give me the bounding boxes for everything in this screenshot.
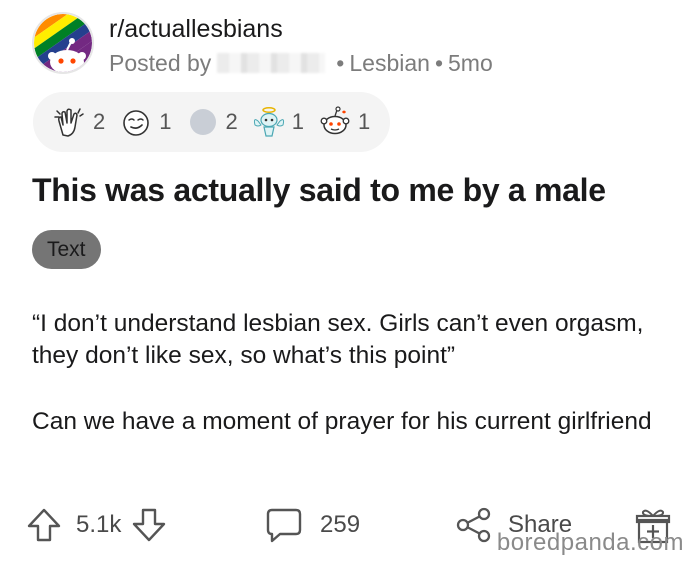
smirk-face-icon — [123, 110, 150, 136]
vote-score: 5.1k — [76, 511, 122, 538]
post-meta: Posted by • Lesbian • 5mo — [109, 49, 493, 77]
award-item[interactable]: 1 — [252, 105, 304, 139]
subreddit-avatar[interactable] — [32, 12, 94, 74]
upvote-button[interactable] — [26, 506, 62, 544]
separator-dot: • — [434, 50, 443, 76]
downvote-arrow-icon — [133, 508, 166, 542]
award-count: 1 — [358, 109, 371, 134]
comment-count: 259 — [320, 511, 361, 538]
awards-bar[interactable]: 2 1 2 1 1 — [33, 92, 391, 152]
redacted-username[interactable] — [217, 53, 326, 73]
silver-award-icon — [189, 109, 216, 135]
post-body-paragraph: Can we have a moment of prayer for his c… — [32, 408, 652, 435]
upvote-arrow-icon — [27, 508, 61, 542]
posted-by-label: Posted by — [109, 50, 212, 76]
rainbow-snoo-icon — [34, 14, 92, 72]
angel-snoo-icon — [253, 107, 284, 137]
award-item[interactable]: 1 — [119, 105, 172, 139]
award-count: 1 — [291, 109, 304, 134]
post-header: r/actuallesbians Posted by • Lesbian • 5… — [32, 12, 493, 80]
vote-group: 5.1k — [26, 506, 167, 544]
post-body-paragraph: “I don’t understand lesbian sex. Girls c… — [32, 310, 644, 369]
comments-button[interactable]: 259 — [264, 506, 360, 544]
share-icon — [456, 507, 491, 543]
award-count: 1 — [159, 109, 172, 134]
wholesome-snoo-icon — [320, 106, 350, 135]
user-flair: Lesbian — [349, 50, 430, 76]
post-age: 5mo — [448, 50, 493, 76]
watermark: boredpanda.com — [496, 529, 684, 556]
award-count: 2 — [225, 109, 238, 134]
post-title[interactable]: This was actually said to me by a male — [32, 172, 606, 209]
award-item[interactable]: 1 — [318, 105, 370, 139]
award-count: 2 — [93, 109, 106, 134]
subreddit-name[interactable]: r/actuallesbians — [109, 14, 493, 44]
separator-dot: • — [336, 50, 345, 76]
clapping-hands-icon — [54, 108, 84, 137]
award-item[interactable]: 2 — [186, 105, 238, 139]
downvote-button[interactable] — [131, 506, 167, 544]
comment-bubble-icon — [266, 508, 302, 543]
post-flair[interactable]: Text — [32, 230, 101, 269]
award-item[interactable]: 2 — [53, 105, 105, 139]
